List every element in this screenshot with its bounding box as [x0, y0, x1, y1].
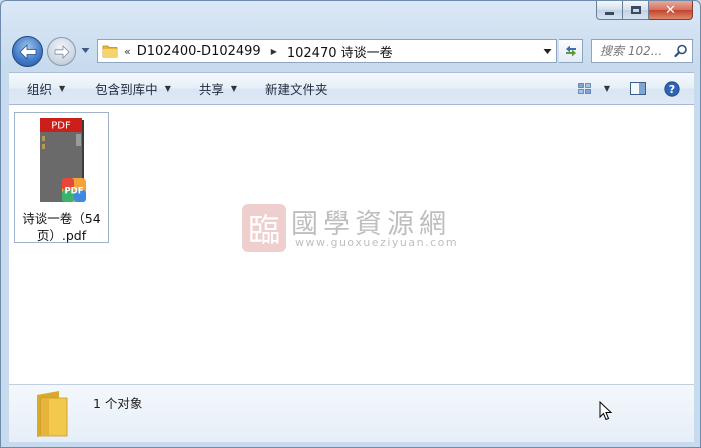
- new-folder-button[interactable]: 新建文件夹: [257, 77, 336, 101]
- seal-logo: 臨: [242, 204, 286, 252]
- folder-icon: [37, 391, 68, 437]
- search-input[interactable]: [600, 44, 676, 58]
- share-menu[interactable]: 共享 ▼: [191, 77, 245, 101]
- history-dropdown-icon[interactable]: [81, 45, 90, 55]
- details-pane: 1 个对象: [9, 384, 694, 442]
- folder-icon: [102, 45, 118, 58]
- help-button[interactable]: ?: [658, 77, 686, 101]
- include-in-library-menu[interactable]: 包含到库中 ▼: [87, 77, 179, 101]
- forward-arrow-icon: [54, 44, 70, 59]
- close-icon: ✕: [665, 2, 676, 18]
- mouse-cursor-icon: [599, 401, 613, 421]
- organize-menu[interactable]: 组织 ▼: [19, 77, 73, 101]
- overflow-chevron[interactable]: «: [124, 45, 131, 58]
- maximize-button[interactable]: [623, 1, 649, 20]
- view-grid-icon: [578, 82, 591, 94]
- close-button[interactable]: ✕: [649, 1, 693, 20]
- file-list-area[interactable]: PDF PDF 诗谈一卷（54页）.pdf 臨 國學資源網 www.guoxue…: [9, 105, 694, 384]
- item-count-status: 1 个对象: [93, 396, 143, 411]
- include-in-library-label: 包含到库中: [95, 82, 158, 97]
- explorer-window: ✕ « D102400-D102499 ▶ 102470 诗谈一卷 搜索 102…: [0, 0, 701, 448]
- watermark: 臨 國學資源網 www.guoxueziyuan.com: [239, 200, 499, 260]
- refresh-button[interactable]: [559, 39, 583, 63]
- breadcrumb-current[interactable]: 102470 诗谈一卷: [287, 42, 393, 61]
- minimize-icon: [605, 11, 614, 15]
- chevron-down-icon: ▼: [164, 84, 171, 93]
- pdf-file-icon: PDF PDF: [40, 118, 86, 202]
- preview-pane-button[interactable]: [624, 77, 652, 101]
- search-icon[interactable]: [674, 44, 688, 58]
- back-button[interactable]: [12, 36, 43, 67]
- view-options-dropdown[interactable]: ▼: [598, 77, 616, 101]
- chevron-down-icon: ▼: [59, 84, 66, 93]
- pdf-thumb-label: PDF: [51, 121, 71, 132]
- breadcrumb-separator[interactable]: ▶: [271, 47, 277, 56]
- maximize-icon: [630, 6, 641, 14]
- file-name-label: 诗谈一卷（54页）.pdf: [22, 211, 101, 243]
- back-arrow-icon: [18, 43, 36, 60]
- file-item-pdf[interactable]: PDF PDF 诗谈一卷（54页）.pdf: [14, 112, 109, 243]
- change-view-button[interactable]: [572, 77, 598, 101]
- search-box[interactable]: [591, 39, 693, 63]
- watermark-url: www.guoxueziyuan.com: [295, 236, 459, 249]
- share-label: 共享: [198, 82, 224, 97]
- toolbar-right-group: ▼ ?: [572, 73, 686, 104]
- forward-button[interactable]: [47, 37, 76, 66]
- address-bar[interactable]: « D102400-D102499 ▶ 102470 诗谈一卷: [97, 39, 557, 63]
- command-bar: 组织 ▼ 包含到库中 ▼ 共享 ▼ 新建文件夹 ▼ ?: [9, 72, 694, 105]
- svg-text:?: ?: [669, 83, 675, 96]
- watermark-seal-char: 臨: [248, 211, 280, 249]
- help-icon: ?: [664, 80, 680, 97]
- pdf-badge-label: PDF: [64, 187, 83, 197]
- organize-label: 组织: [27, 82, 53, 97]
- new-folder-label: 新建文件夹: [265, 82, 328, 97]
- preview-pane-icon: [630, 82, 646, 95]
- chevron-down-icon: ▼: [230, 84, 238, 93]
- breadcrumb-parent[interactable]: D102400-D102499: [137, 44, 261, 59]
- caption-buttons: ✕: [596, 1, 693, 20]
- minimize-button[interactable]: [596, 1, 623, 20]
- address-dropdown-icon[interactable]: [543, 48, 552, 55]
- chevron-down-icon: ▼: [603, 84, 610, 93]
- refresh-icon: [565, 45, 576, 57]
